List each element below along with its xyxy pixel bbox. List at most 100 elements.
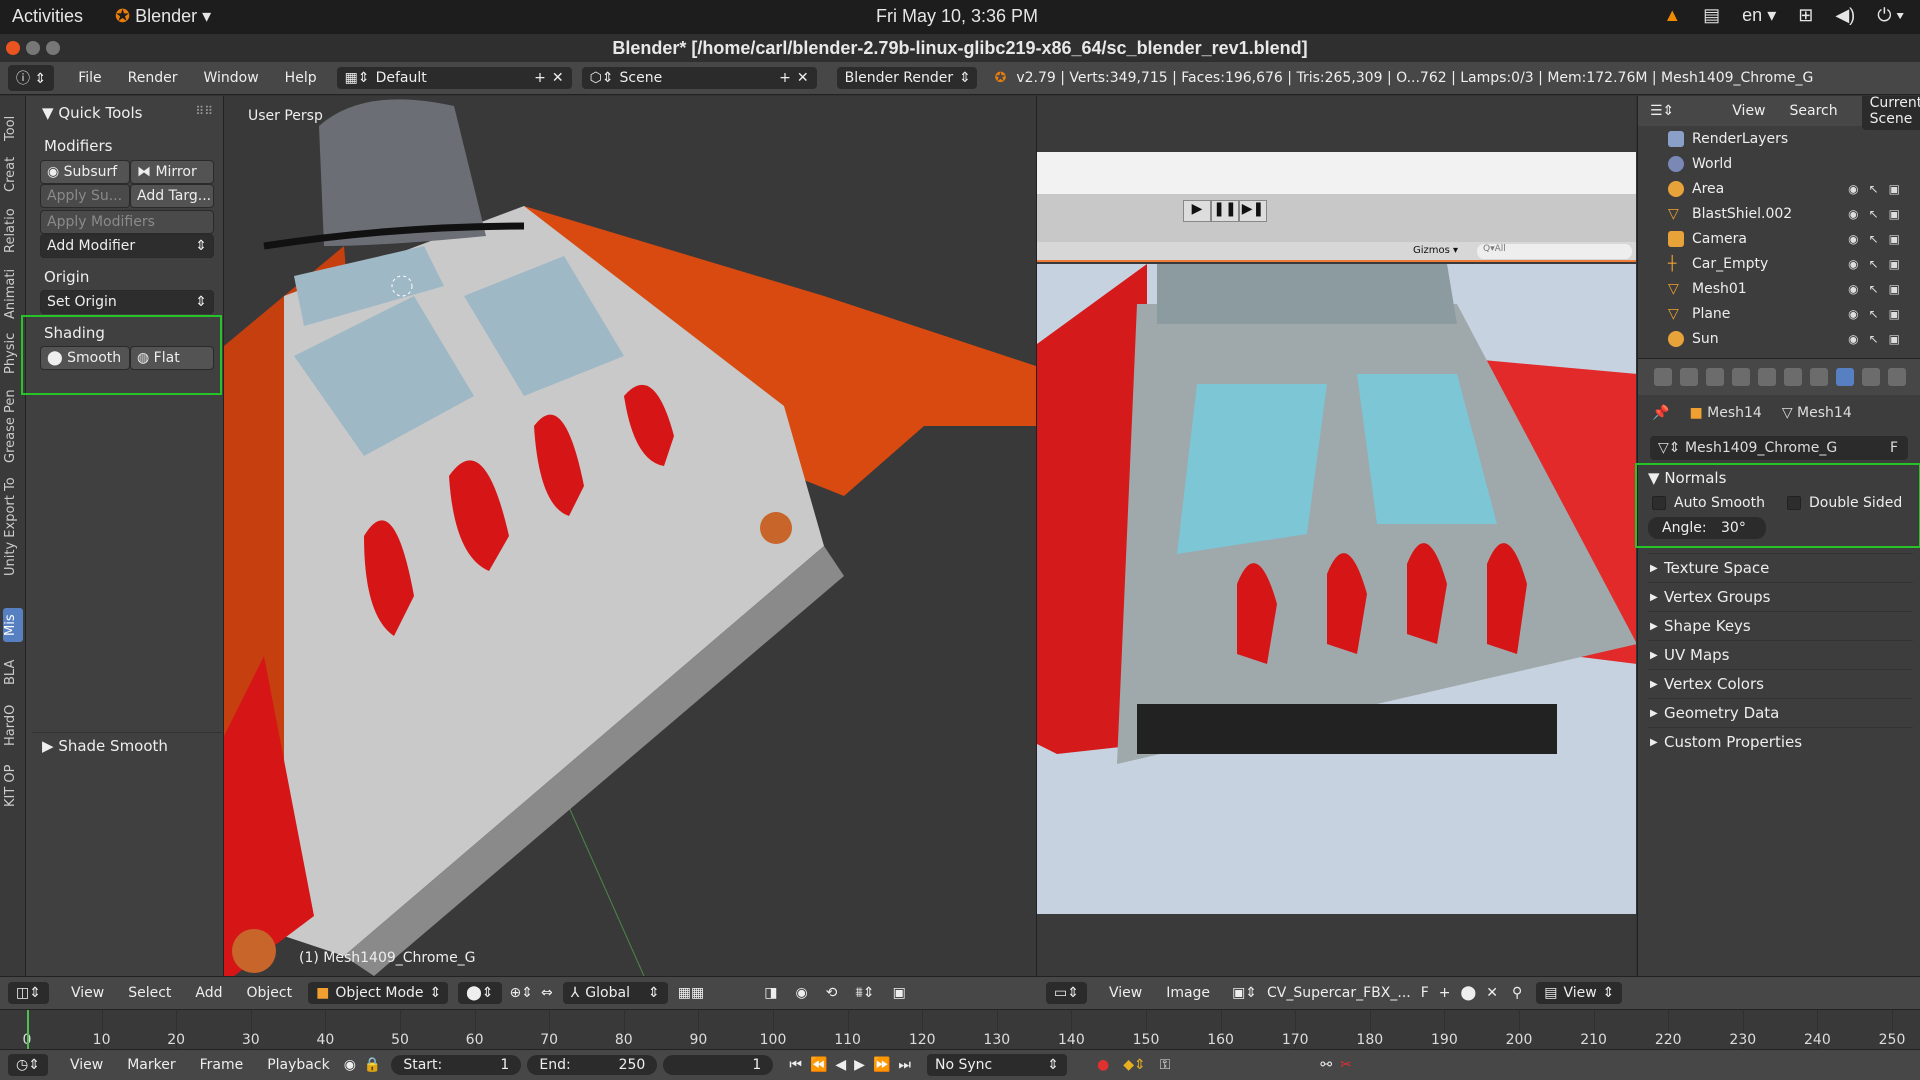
unlink-image-icon[interactable]: ✕: [1486, 985, 1498, 1001]
timeline-menu-frame[interactable]: Frame: [200, 1057, 244, 1073]
screen-layout-selector[interactable]: ▦⇕ Default + ✕: [336, 67, 572, 89]
outliner-item[interactable]: ▽ Plane ◉↖▣: [1638, 301, 1920, 326]
tab-kitops[interactable]: KIT OP: [3, 758, 23, 814]
play-reverse-icon[interactable]: ◀: [835, 1057, 846, 1073]
menu-help[interactable]: Help: [285, 70, 317, 86]
shade-flat-button[interactable]: ◍ Flat: [130, 346, 214, 370]
add-target-button[interactable]: Add Targ...: [130, 184, 214, 208]
mesh-data-tab-icon[interactable]: [1836, 368, 1854, 386]
add-modifier-dropdown[interactable]: Add Modifier ⇕: [40, 234, 214, 258]
drive-icon[interactable]: ▤: [1703, 5, 1720, 26]
viewport-shading-dropdown[interactable]: ⬤⇕: [458, 982, 502, 1004]
timeline-menu-playback[interactable]: Playback: [267, 1057, 329, 1073]
outliner-item[interactable]: ▽ BlastShiel.002 ◉↖▣: [1638, 201, 1920, 226]
tab-misc[interactable]: Mis: [3, 608, 23, 642]
render-layers-tab-icon[interactable]: [1680, 368, 1698, 386]
lock-icon[interactable]: 🔒: [364, 1057, 381, 1073]
texture-space-panel[interactable]: Texture Space: [1648, 553, 1913, 583]
pin-icon[interactable]: 📌: [1652, 405, 1669, 421]
power-icon[interactable]: ⏻ ▾: [1877, 5, 1904, 26]
geometry-data-panel[interactable]: Geometry Data: [1648, 698, 1913, 728]
scene-selector[interactable]: ⬡⇕ Scene + ✕: [581, 67, 817, 89]
viewport-menu-select[interactable]: Select: [128, 985, 171, 1001]
vlc-icon[interactable]: ▲: [1663, 5, 1681, 26]
mesh-datablock-selector[interactable]: ▽⇕ Mesh1409_Chrome_G F: [1650, 436, 1908, 460]
texture-tab-icon[interactable]: [1888, 368, 1906, 386]
render-preview-icon[interactable]: ◨: [764, 985, 777, 1001]
step-icon[interactable]: ▶❚: [1239, 200, 1267, 222]
language-indicator[interactable]: en ▾: [1742, 5, 1776, 26]
shade-smooth-button[interactable]: ⬤ Smooth: [40, 346, 130, 370]
editor-type-image-icon[interactable]: ▭⇕: [1046, 982, 1087, 1004]
keyframe-type-icon[interactable]: ◆⇕: [1123, 1057, 1146, 1073]
context-object[interactable]: ■ Mesh14: [1689, 405, 1761, 421]
play-icon[interactable]: ▶: [854, 1057, 865, 1073]
interaction-mode-dropdown[interactable]: ■ Object Mode ⇕: [308, 982, 449, 1004]
scene-tab-icon[interactable]: [1706, 368, 1724, 386]
tab-unity-export[interactable]: Unity Export To: [3, 474, 23, 580]
timeline[interactable]: 0102030405060708090100110120130140150160…: [0, 1009, 1920, 1050]
manipulator-icon[interactable]: ⇔: [541, 985, 553, 1001]
viewport-menu-view[interactable]: View: [71, 985, 104, 1001]
tab-animation[interactable]: Animati: [3, 266, 23, 322]
vertex-groups-panel[interactable]: Vertex Groups: [1648, 582, 1913, 612]
keying-icon[interactable]: ⚿: [1160, 1057, 1171, 1073]
panel-drag-handle[interactable]: ⠿⠿: [195, 104, 213, 118]
tab-relations[interactable]: Relatio: [3, 204, 23, 258]
double-sided-checkbox[interactable]: Double Sided: [1786, 495, 1902, 511]
editor-type-timeline-icon[interactable]: ◷⇕: [8, 1054, 48, 1076]
current-frame-field[interactable]: 1: [663, 1055, 774, 1075]
unlink-icon[interactable]: ✂: [1340, 1057, 1352, 1073]
image-view-mode[interactable]: ▤ View ⇕: [1536, 982, 1623, 1004]
context-mesh[interactable]: ▽ Mesh14: [1782, 405, 1852, 421]
network-icon[interactable]: ⊞: [1798, 5, 1813, 26]
menu-window[interactable]: Window: [203, 70, 258, 86]
viewport-menu-add[interactable]: Add: [195, 985, 222, 1001]
next-keyframe-icon[interactable]: ⏩: [873, 1057, 890, 1073]
record-icon[interactable]: ●: [1097, 1057, 1109, 1073]
image-name-field[interactable]: CV_Supercar_FBX_...: [1267, 985, 1411, 1001]
auto-smooth-checkbox[interactable]: Auto Smooth: [1652, 495, 1765, 511]
outliner-item[interactable]: Sun ◉↖▣: [1638, 326, 1920, 351]
pin-image-icon[interactable]: ⚲: [1512, 985, 1522, 1001]
tab-hardops[interactable]: HardO: [3, 700, 23, 750]
proportional-edit-icon[interactable]: ◉: [795, 985, 807, 1001]
pivot-point-icon[interactable]: ⊕⇕: [510, 985, 533, 1001]
3d-viewport[interactable]: User Persp (1) Mesh1409_Chrome_G: [224, 96, 1036, 976]
tab-tool[interactable]: Tool: [3, 110, 23, 146]
restriction-icons[interactable]: ◉↖▣: [1848, 257, 1910, 271]
tab-grease-pencil[interactable]: Grease Pen: [3, 386, 23, 466]
viewport-menu-object[interactable]: Object: [247, 985, 293, 1001]
link-icon[interactable]: ⚯: [1320, 1057, 1332, 1073]
transform-orientation-dropdown[interactable]: ⅄ Global ⇕: [562, 982, 668, 1004]
angle-field[interactable]: Angle: 30°: [1648, 517, 1766, 539]
clock[interactable]: Fri May 10, 3:36 PM: [876, 6, 1038, 27]
image-editor[interactable]: ▶ ❚❚ ▶❚ Gizmos ▾ Q▾All: [1036, 96, 1636, 976]
keying-set-icon[interactable]: ◉: [344, 1057, 356, 1073]
normals-panel-header[interactable]: ▼ Normals: [1648, 465, 1913, 491]
menu-file[interactable]: File: [78, 70, 101, 86]
close-layout-icon[interactable]: ✕: [552, 70, 564, 86]
set-origin-dropdown[interactable]: Set Origin ⇕: [40, 290, 214, 314]
prev-keyframe-icon[interactable]: ⏪: [810, 1057, 827, 1073]
timeline-menu-marker[interactable]: Marker: [127, 1057, 175, 1073]
activities-button[interactable]: Activities: [12, 6, 83, 27]
end-frame-field[interactable]: End: 250: [527, 1055, 658, 1075]
menu-render[interactable]: Render: [128, 70, 178, 86]
tab-physics[interactable]: Physic: [3, 328, 23, 378]
snap-icon[interactable]: ⟲: [826, 985, 838, 1001]
minimize-window-button[interactable]: [26, 41, 40, 55]
jump-end-icon[interactable]: ⏭: [898, 1057, 911, 1073]
open-image-icon[interactable]: ⬤: [1461, 985, 1477, 1001]
mirror-button[interactable]: ⧓ Mirror: [130, 160, 214, 184]
outliner-menu-search[interactable]: Search: [1790, 103, 1838, 119]
apply-subsurf-button[interactable]: Apply Su...: [40, 184, 130, 208]
constraints-tab-icon[interactable]: [1784, 368, 1802, 386]
image-browse-icon[interactable]: ▣⇕: [1232, 985, 1257, 1001]
close-window-button[interactable]: [6, 41, 20, 55]
restriction-icons[interactable]: ◉↖▣: [1848, 182, 1910, 196]
image-menu-view[interactable]: View: [1109, 985, 1142, 1001]
opengl-render-icon[interactable]: ▣: [893, 985, 906, 1001]
restriction-icons[interactable]: ◉↖▣: [1848, 307, 1910, 321]
restriction-icons[interactable]: ◉↖▣: [1848, 207, 1910, 221]
